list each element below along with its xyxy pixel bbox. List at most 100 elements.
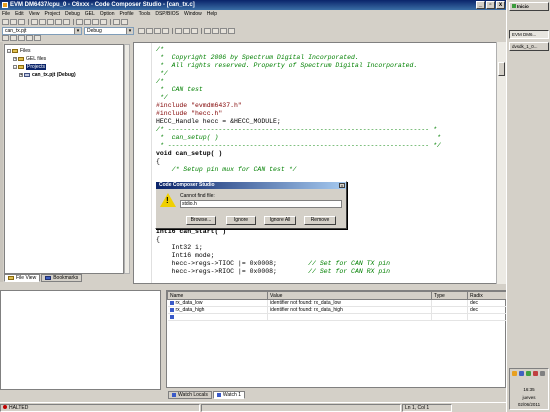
expand-icon[interactable]: +	[19, 73, 23, 77]
table-row[interactable]: rx_data_low identifier not found: rx_dat…	[167, 299, 508, 307]
column-value[interactable]: Value	[267, 291, 432, 300]
watch-value-cell[interactable]: identifier not found: rx_data_high	[267, 306, 432, 314]
toolbar-divider	[110, 19, 111, 25]
tree-node-gel[interactable]: + GEL files	[13, 56, 46, 62]
step-into-icon[interactable]	[2, 35, 9, 41]
halt-icon[interactable]	[34, 35, 41, 41]
taskbar-item-label: EVM DM6...	[512, 32, 537, 37]
cut-icon[interactable]	[31, 19, 38, 25]
help-icon[interactable]	[113, 19, 120, 25]
halted-indicator-icon	[3, 404, 7, 409]
step-out-icon[interactable]	[18, 35, 25, 41]
speaker-icon[interactable]	[540, 371, 545, 376]
find-next-icon[interactable]	[84, 19, 91, 25]
menu-tools[interactable]: Tools	[139, 11, 151, 17]
clock-day[interactable]: jueves	[510, 395, 548, 400]
column-name[interactable]: Name	[167, 291, 268, 300]
bookmark-icon[interactable]	[92, 19, 99, 25]
tree-node-label: GEL files	[26, 56, 47, 62]
menu-gel[interactable]: GEL	[85, 11, 95, 17]
column-radix[interactable]: Radix	[467, 291, 508, 300]
tab-file-view[interactable]: File View	[4, 274, 41, 282]
print-icon[interactable]	[100, 19, 107, 25]
taskbar-item-ccs[interactable]: EVM DM6...	[509, 30, 549, 39]
status-state-text: HALTED	[9, 404, 29, 411]
maximize-button[interactable]: ▫	[486, 1, 495, 9]
column-type[interactable]: Type	[431, 291, 468, 300]
tray-icon[interactable]	[519, 371, 524, 376]
tab-watch-1[interactable]: Watch 1	[212, 391, 245, 399]
watch-type-cell[interactable]	[431, 306, 468, 314]
menu-option[interactable]: Option	[100, 11, 115, 17]
menu-file[interactable]: File	[2, 11, 10, 17]
menu-profile[interactable]: Profile	[119, 11, 133, 17]
expand-icon[interactable]: +	[13, 57, 17, 61]
minimize-button[interactable]: _	[476, 1, 485, 9]
dialog-message: Cannot find file:	[180, 193, 215, 199]
watch-window: Name Value Type Radix rx_data_low identi…	[166, 290, 508, 388]
collapse-icon[interactable]: -	[7, 49, 11, 53]
tray-icon[interactable]	[533, 371, 538, 376]
ignore-button[interactable]: Ignore	[226, 216, 256, 225]
scrollbar-thumb[interactable]	[498, 62, 505, 76]
copy-icon[interactable]	[39, 19, 46, 25]
variable-icon	[169, 314, 174, 319]
menu-window[interactable]: Window	[184, 11, 202, 17]
watch-name-cell[interactable]	[167, 313, 268, 321]
dialog-close-button[interactable]: x	[339, 183, 345, 188]
tab-watch-locals[interactable]: Watch Locals	[168, 391, 212, 399]
menu-project[interactable]: Project	[44, 11, 60, 17]
watch-value-cell[interactable]: identifier not found: rx_data_low	[267, 299, 432, 307]
menu-dspbios[interactable]: DSP/BIOS	[155, 11, 179, 17]
watch-radix-cell[interactable]: dec	[467, 299, 508, 307]
find-icon[interactable]	[76, 19, 83, 25]
clock-date[interactable]: 02/06/2011	[510, 402, 548, 407]
menu-debug[interactable]: Debug	[65, 11, 80, 17]
close-button[interactable]: x	[496, 1, 505, 9]
watch-name: rx_data_high	[175, 307, 205, 313]
clock-time[interactable]: 16:35	[510, 387, 548, 392]
watch-type-cell[interactable]	[431, 299, 468, 307]
run-icon[interactable]	[26, 35, 33, 41]
collapse-icon[interactable]: -	[13, 65, 17, 69]
watch-name-cell[interactable]: rx_data_high	[167, 306, 268, 314]
watch-radix-cell[interactable]	[467, 313, 508, 321]
tree-scrollbar[interactable]	[124, 44, 130, 274]
code-text: #include "evmdm6437.h"	[156, 102, 242, 109]
open-icon[interactable]	[10, 19, 17, 25]
paste-icon[interactable]	[47, 19, 54, 25]
code-comment: // Set for CAN TX pin	[308, 260, 391, 267]
browse-button[interactable]: Browse...	[186, 216, 216, 225]
code-line: Int16 mode;	[156, 252, 390, 260]
start-button[interactable]: Inicio	[509, 2, 549, 11]
tab-bookmarks[interactable]: Bookmarks	[41, 274, 83, 282]
menu-view[interactable]: View	[29, 11, 40, 17]
tray-icon[interactable]	[526, 371, 531, 376]
table-row[interactable]: rx_data_high identifier not found: rx_da…	[167, 306, 508, 314]
watch-radix-cell[interactable]: dec	[467, 306, 508, 314]
code-editor[interactable]: /* * Copyright 2006 by Spectrum Digital …	[133, 42, 506, 284]
tree-node-files[interactable]: - Files	[7, 48, 31, 54]
remove-button[interactable]: Remove	[304, 216, 336, 225]
undo-icon[interactable]	[55, 19, 62, 25]
menu-help[interactable]: Help	[207, 11, 217, 17]
table-row[interactable]	[167, 313, 508, 321]
step-over-icon[interactable]	[10, 35, 17, 41]
tree-node-projects[interactable]: - Projects	[13, 64, 47, 70]
editor-scrollbar[interactable]	[496, 42, 506, 284]
watch-type-cell[interactable]	[431, 313, 468, 321]
save-icon[interactable]	[18, 19, 25, 25]
watch-name-cell[interactable]: rx_data_low	[167, 299, 268, 307]
watch-value-cell[interactable]	[267, 313, 432, 321]
redo-icon[interactable]	[63, 19, 70, 25]
tray-icon[interactable]	[512, 371, 517, 376]
menu-edit[interactable]: Edit	[15, 11, 24, 17]
taskbar-item-folder[interactable]: dvsdk_1_0...	[509, 42, 549, 51]
new-file-icon[interactable]	[2, 19, 9, 25]
ignore-all-button[interactable]: Ignore All	[264, 216, 296, 225]
context-help-icon[interactable]	[121, 19, 128, 25]
editor-gutter[interactable]	[134, 43, 152, 283]
code-text: /*	[156, 46, 164, 53]
code-text: /*	[156, 78, 164, 85]
tree-node-project[interactable]: + can_tx.pjt (Debug)	[19, 72, 76, 78]
